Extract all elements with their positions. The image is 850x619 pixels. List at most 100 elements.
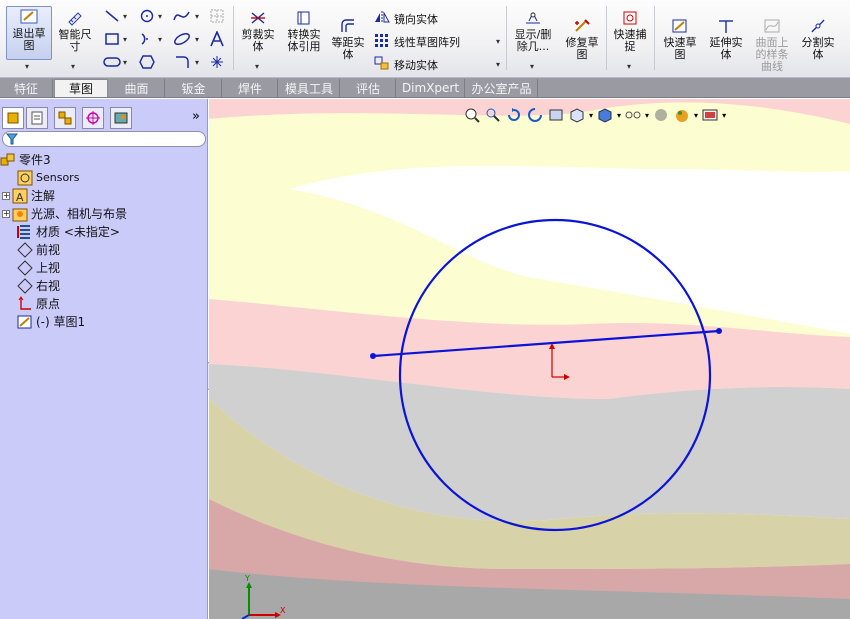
slot-dropdown[interactable]: ▾ [123, 58, 127, 67]
hide-show-items-icon[interactable] [624, 107, 642, 123]
ellipse-icon[interactable] [173, 31, 191, 47]
tab-evaluate[interactable]: 评估 [341, 79, 396, 97]
circle-icon[interactable] [138, 8, 156, 24]
tree-item-origin[interactable]: 原点 [17, 295, 60, 312]
plane-icon [17, 259, 33, 276]
linear-pattern-button[interactable]: 线性草图阵列 [374, 33, 460, 50]
plane-icon [17, 277, 33, 294]
tab-office-products[interactable]: 办公室产品 [466, 79, 538, 97]
tree-item-annotations[interactable]: + A 注解 [2, 187, 55, 204]
tree-item-lights-cameras[interactable]: + 光源、相机与布景 [2, 205, 127, 222]
tree-filter-input[interactable] [2, 131, 206, 147]
tree-item-right-plane[interactable]: 右视 [17, 277, 60, 294]
polygon-icon[interactable] [138, 54, 156, 70]
circle-dropdown[interactable]: ▾ [158, 12, 162, 21]
spline-icon[interactable] [173, 8, 191, 24]
tab-dimxpert[interactable]: DimXpert [397, 79, 465, 97]
tab-sketch[interactable]: 草图 [54, 79, 108, 97]
extend-entities-button[interactable]: 延伸实 体 [704, 16, 748, 61]
material-icon [17, 224, 33, 240]
tab-surfaces[interactable]: 曲面 [109, 79, 165, 97]
dimxpert-tab[interactable] [82, 107, 104, 129]
view-orientation-icon[interactable] [568, 107, 586, 123]
dynamic-annotation-icon[interactable] [547, 107, 565, 123]
view-settings-icon[interactable] [701, 107, 719, 123]
tree-item-material[interactable]: 材质 <未指定> [17, 223, 120, 240]
repair-sketch-button[interactable]: 修复草 图 [560, 16, 604, 61]
trim-dropdown[interactable]: ▾ [255, 62, 259, 71]
command-manager: 退出草 图 ▾ 智能尺 寸 ▾ ▾ ▾ ▾ ▾ ▾ ▾ ▾ ▾ 剪裁实 体 ▾ … [0, 0, 850, 78]
pattern-dropdown[interactable]: ▾ [496, 37, 500, 46]
tab-mold-tools[interactable]: 模具工具 [279, 79, 340, 97]
section-view-icon[interactable] [526, 107, 544, 123]
move-dropdown[interactable]: ▾ [496, 60, 500, 69]
line-icon[interactable] [103, 8, 121, 24]
graphics-area[interactable]: Y X [209, 99, 850, 619]
display-style-icon[interactable] [596, 107, 614, 123]
tab-features[interactable]: 特征 [0, 79, 53, 97]
rectangle-dropdown[interactable]: ▾ [123, 35, 127, 44]
linear-pattern-label: 线性草图阵列 [394, 35, 460, 49]
snaps-dropdown[interactable]: ▾ [627, 62, 631, 71]
convert-entities-button[interactable]: 转换实 体引用 [281, 8, 327, 53]
fillet-dropdown[interactable]: ▾ [195, 58, 199, 67]
extend-entities-label: 延伸实 体 [709, 36, 743, 61]
smart-dimension-icon [65, 8, 85, 28]
offset-entities-button[interactable]: 等距实 体 [328, 16, 368, 61]
move-entities-button[interactable]: 移动实体 [374, 56, 438, 73]
text-icon[interactable] [208, 31, 226, 47]
rectangle-icon[interactable] [103, 31, 121, 47]
tree-item-front-plane[interactable]: 前视 [17, 241, 60, 258]
spline-dropdown[interactable]: ▾ [195, 12, 199, 21]
part-icon [0, 152, 16, 168]
split-entities-button[interactable]: 分割实 体 [796, 16, 840, 61]
display-manager-tab[interactable] [110, 107, 132, 129]
extend-icon [716, 16, 736, 36]
trim-entities-button[interactable]: 剪裁实 体 [237, 8, 279, 53]
ellipse-dropdown[interactable]: ▾ [195, 35, 199, 44]
mirror-entities-button[interactable]: 镜向实体 [374, 10, 438, 27]
expand-panel-icon[interactable]: » [192, 109, 200, 124]
arc-icon[interactable] [138, 31, 156, 47]
display-delete-relations-label: 显示/删 除几... [514, 28, 552, 53]
smart-dimension-button[interactable]: 智能尺 寸 [55, 8, 95, 53]
triad-x-label: X [280, 606, 286, 615]
rapid-sketch-button[interactable]: 快速草 图 [658, 16, 702, 61]
tree-item-top-plane[interactable]: 上视 [17, 259, 60, 276]
tree-label: 光源、相机与布景 [31, 207, 128, 221]
exit-sketch-label: 退出草 图 [12, 27, 46, 52]
point-icon[interactable] [208, 54, 226, 70]
previous-view-icon[interactable] [505, 107, 523, 123]
exit-sketch-button[interactable]: 退出草 图 [6, 6, 52, 60]
zoom-area-icon[interactable] [484, 107, 502, 123]
expand-toggle[interactable]: + [2, 209, 10, 218]
slot-icon[interactable] [103, 54, 121, 70]
relations-dropdown[interactable]: ▾ [530, 62, 534, 71]
expand-toggle[interactable]: + [2, 191, 10, 200]
sketch-line-endpoint[interactable] [716, 328, 722, 334]
tab-weldments[interactable]: 焊件 [223, 79, 278, 97]
sketch-line-endpoint[interactable] [370, 353, 376, 359]
smart-dimension-dropdown[interactable]: ▾ [71, 62, 75, 71]
surface-spline-icon [762, 16, 782, 36]
line-dropdown[interactable]: ▾ [123, 12, 127, 21]
edit-appearance-icon[interactable] [652, 107, 670, 123]
arc-dropdown[interactable]: ▾ [158, 35, 162, 44]
grid-icon [208, 8, 226, 24]
feature-tree-tab[interactable] [2, 107, 24, 129]
display-delete-relations-button[interactable]: 显示/删 除几... [510, 8, 556, 53]
zoom-to-fit-icon[interactable] [463, 107, 481, 123]
tree-item-sketch1[interactable]: (-) 草图1 [17, 313, 85, 330]
tab-sheet-metal[interactable]: 钣金 [166, 79, 222, 97]
apply-scene-icon[interactable] [673, 107, 691, 123]
tree-label: 上视 [36, 261, 61, 275]
quick-snaps-button[interactable]: 快速捕 捉 [609, 8, 651, 53]
sketch-canvas[interactable]: Y X [209, 99, 850, 619]
property-manager-tab[interactable] [26, 107, 48, 129]
exit-sketch-dropdown[interactable]: ▾ [25, 62, 29, 71]
configuration-tab[interactable] [54, 107, 76, 129]
tree-item-sensors[interactable]: Sensors [17, 169, 79, 186]
fillet-icon[interactable] [173, 54, 191, 70]
tree-root-part[interactable]: 零件3 [0, 151, 51, 168]
repair-icon [572, 16, 592, 36]
